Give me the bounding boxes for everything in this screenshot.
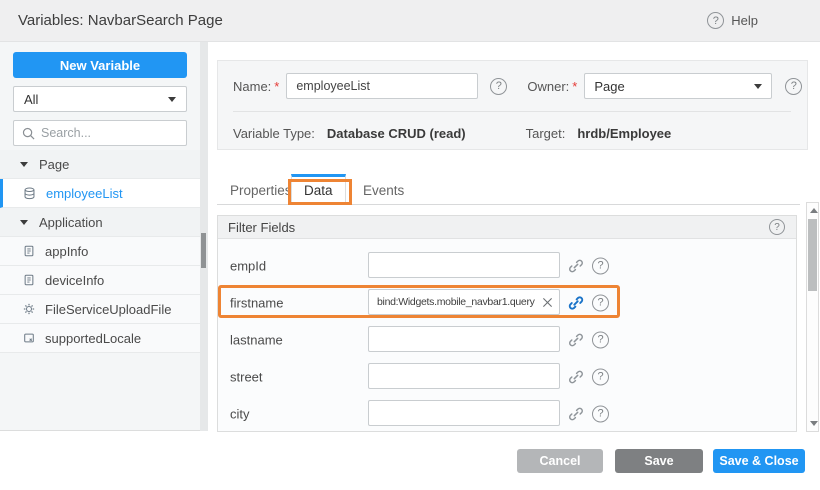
dialog-header: Variables: NavbarSearch Page Help bbox=[0, 0, 820, 42]
sidebar-scrollbar-thumb[interactable] bbox=[201, 233, 206, 268]
filter-row-empid: empId bbox=[218, 247, 796, 284]
category-filter-value: All bbox=[24, 92, 38, 107]
owner-label: Owner: bbox=[527, 79, 569, 94]
bind-link-icon-bound[interactable] bbox=[567, 294, 585, 312]
save-and-close-button[interactable]: Save & Close bbox=[713, 449, 805, 473]
tab-data[interactable]: Data bbox=[291, 174, 346, 204]
cancel-button[interactable]: Cancel bbox=[517, 449, 603, 473]
filter-row-street: street bbox=[218, 358, 796, 395]
street-input[interactable] bbox=[368, 363, 560, 389]
name-help-icon[interactable] bbox=[490, 78, 507, 95]
tree-item-label: employeeList bbox=[46, 186, 123, 201]
tab-bar: Properties Data Events bbox=[217, 175, 800, 205]
required-marker: * bbox=[572, 79, 577, 94]
variable-tree: Page employeeList Application appInfo de… bbox=[0, 150, 200, 353]
name-label: Name: bbox=[233, 79, 271, 94]
bind-link-icon[interactable] bbox=[567, 257, 585, 275]
filter-row-city: city bbox=[218, 395, 796, 432]
variable-type-value: Database CRUD (read) bbox=[327, 126, 466, 141]
tree-group-label: Page bbox=[39, 157, 69, 172]
chevron-down-icon bbox=[754, 84, 762, 89]
gear-icon bbox=[23, 303, 35, 315]
divider bbox=[233, 111, 791, 112]
tree-item-supportedlocale[interactable]: supportedLocale bbox=[0, 324, 200, 353]
tree-item-deviceinfo[interactable]: deviceInfo bbox=[0, 266, 200, 295]
device-icon bbox=[23, 245, 35, 257]
bind-link-icon[interactable] bbox=[567, 368, 585, 386]
new-variable-button[interactable]: New Variable bbox=[13, 52, 187, 78]
save-button[interactable]: Save bbox=[615, 449, 703, 473]
page-title: Variables: NavbarSearch Page bbox=[18, 12, 223, 29]
filter-fields-help-icon[interactable] bbox=[769, 219, 785, 235]
variable-type-label: Variable Type: bbox=[233, 126, 315, 141]
scroll-up-icon[interactable] bbox=[810, 208, 818, 213]
bind-link-icon[interactable] bbox=[567, 405, 585, 423]
field-label: city bbox=[230, 406, 250, 421]
field-help-icon[interactable] bbox=[592, 257, 609, 274]
empid-input[interactable] bbox=[368, 252, 560, 278]
target-label: Target: bbox=[526, 126, 566, 141]
owner-select[interactable]: Page bbox=[584, 73, 772, 99]
tab-events[interactable]: Events bbox=[363, 177, 404, 203]
field-label: firstname bbox=[230, 295, 283, 310]
field-label: lastname bbox=[230, 332, 283, 347]
bind-link-icon[interactable] bbox=[567, 331, 585, 349]
help-icon bbox=[707, 12, 724, 29]
variable-summary-panel: Name: * Owner: * Page Variable Type: Dat… bbox=[217, 60, 808, 150]
city-input[interactable] bbox=[368, 400, 560, 426]
tree-item-label: supportedLocale bbox=[45, 331, 141, 346]
scroll-down-icon[interactable] bbox=[810, 421, 818, 426]
firstname-input[interactable] bbox=[368, 289, 560, 315]
variables-sidebar: New Variable All Page employeeList Appli… bbox=[0, 42, 200, 431]
filter-row-lastname: lastname bbox=[218, 321, 796, 358]
help-label: Help bbox=[731, 13, 758, 28]
content-scrollbar-thumb[interactable] bbox=[808, 219, 817, 291]
variable-search bbox=[13, 120, 187, 146]
owner-help-icon[interactable] bbox=[785, 78, 802, 95]
collapse-icon bbox=[20, 220, 28, 225]
filter-row-firstname: firstname bbox=[218, 284, 796, 321]
filter-fields-panel: Filter Fields empId firstname lastname bbox=[217, 215, 797, 432]
field-label: empId bbox=[230, 258, 266, 273]
tree-item-label: appInfo bbox=[45, 244, 88, 259]
help-button[interactable]: Help bbox=[707, 12, 758, 29]
content-scrollbar[interactable] bbox=[806, 202, 819, 432]
locale-icon bbox=[23, 332, 35, 344]
search-icon bbox=[22, 127, 35, 140]
tree-item-label: deviceInfo bbox=[45, 273, 104, 288]
name-input[interactable] bbox=[286, 73, 478, 99]
lastname-input[interactable] bbox=[368, 326, 560, 352]
tree-item-fileserviceuploadfile[interactable]: FileServiceUploadFile bbox=[0, 295, 200, 324]
field-help-icon[interactable] bbox=[592, 331, 609, 348]
tree-group-application[interactable]: Application bbox=[0, 208, 200, 237]
field-help-icon[interactable] bbox=[592, 294, 609, 311]
tree-item-employeelist[interactable]: employeeList bbox=[0, 179, 200, 208]
field-help-icon[interactable] bbox=[592, 405, 609, 422]
tree-item-appinfo[interactable]: appInfo bbox=[0, 237, 200, 266]
chevron-down-icon bbox=[168, 97, 176, 102]
device-icon bbox=[23, 274, 35, 286]
owner-value: Page bbox=[594, 79, 624, 94]
sidebar-scrollbar[interactable] bbox=[200, 42, 208, 431]
collapse-icon bbox=[20, 162, 28, 167]
field-label: street bbox=[230, 369, 263, 384]
search-input[interactable] bbox=[41, 126, 178, 140]
tree-group-label: Application bbox=[39, 215, 103, 230]
database-icon bbox=[23, 187, 36, 200]
tab-properties[interactable]: Properties bbox=[230, 177, 292, 203]
required-marker: * bbox=[274, 79, 279, 94]
field-help-icon[interactable] bbox=[592, 368, 609, 385]
clear-binding-icon[interactable] bbox=[539, 295, 555, 311]
filter-fields-title: Filter Fields bbox=[228, 220, 295, 235]
tree-item-label: FileServiceUploadFile bbox=[45, 302, 171, 317]
category-filter-select[interactable]: All bbox=[13, 86, 187, 112]
target-value: hrdb/Employee bbox=[577, 126, 671, 141]
tree-group-page[interactable]: Page bbox=[0, 150, 200, 179]
